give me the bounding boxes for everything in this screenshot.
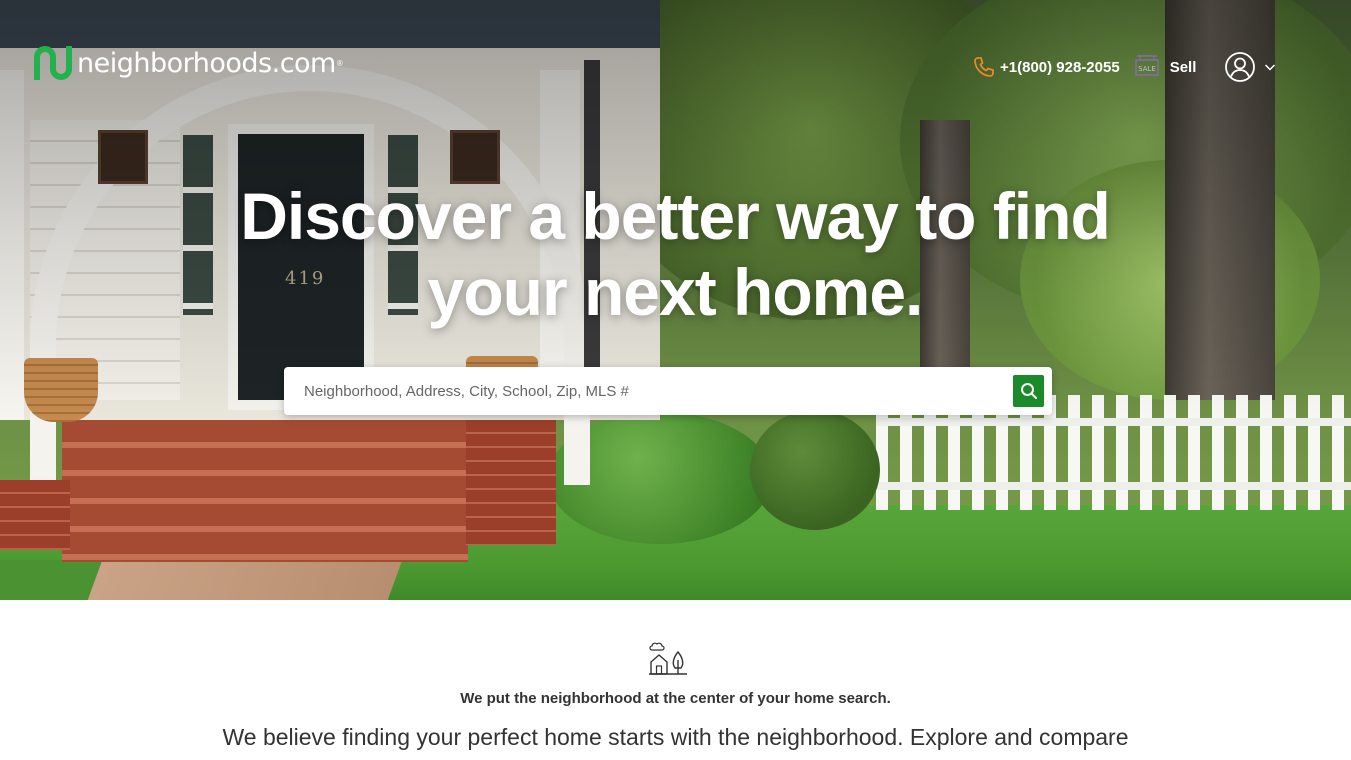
about-body-text: We believe finding your perfect home sta… bbox=[222, 724, 1129, 750]
search-input[interactable] bbox=[284, 367, 1004, 415]
search-icon bbox=[1020, 383, 1037, 399]
top-nav: +1(800) 928-2055 SALE Sell bbox=[972, 51, 1276, 83]
chevron-down-icon[interactable] bbox=[1264, 61, 1276, 73]
search-bar bbox=[284, 367, 1052, 415]
brand-name: neighborhoods.com bbox=[77, 47, 336, 79]
phone-icon[interactable] bbox=[972, 55, 996, 79]
registered-mark: ® bbox=[336, 58, 343, 68]
house-and-tree-icon bbox=[649, 642, 687, 675]
about-heading: We put the neighborhood at the center of… bbox=[460, 690, 891, 707]
sale-sign-text: SALE bbox=[1138, 65, 1156, 73]
search-button[interactable] bbox=[1013, 375, 1044, 407]
site-logo[interactable]: neighborhoods.com ® bbox=[33, 45, 343, 81]
hero-headline: Discover a better way to find your next … bbox=[240, 179, 1111, 329]
sell-link[interactable]: Sell bbox=[1170, 59, 1197, 76]
neighborhoods-logo-icon bbox=[34, 46, 72, 80]
hero-section: 419 neighborhoods.com® +1(800) 928-2055 … bbox=[0, 0, 1351, 600]
user-circle-icon[interactable] bbox=[1224, 51, 1256, 83]
phone-number-link[interactable]: +1(800) 928-2055 bbox=[1000, 59, 1120, 76]
sale-sign-icon[interactable]: SALE bbox=[1134, 55, 1160, 79]
